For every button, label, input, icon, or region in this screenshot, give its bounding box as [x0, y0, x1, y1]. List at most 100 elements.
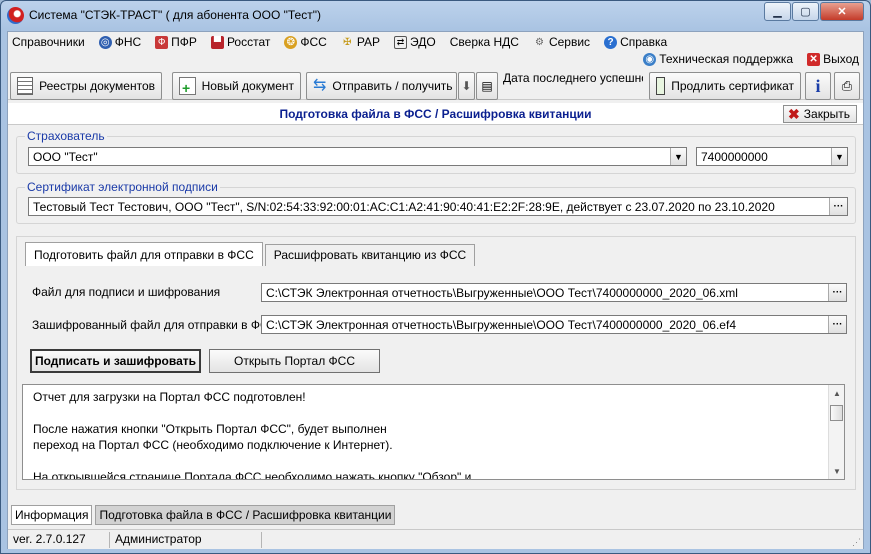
- insurer-name-select[interactable]: ООО "Тест" ▼: [28, 147, 687, 166]
- print-icon: ⎙: [841, 78, 853, 93]
- insurer-inn-select[interactable]: 7400000000 ▼: [696, 147, 848, 166]
- menu-item-vat-reconciliation[interactable]: Сверка НДС: [450, 35, 519, 49]
- menu-item-help[interactable]: ? Справка: [604, 35, 667, 49]
- menu-item-handbooks[interactable]: Справочники: [12, 35, 85, 49]
- exit-link[interactable]: ✕ Выход: [807, 52, 859, 66]
- registries-button[interactable]: Реестры документов: [10, 72, 162, 100]
- close-window-button[interactable]: ✕: [820, 2, 864, 21]
- info-line: После нажатия кнопки "Открыть Портал ФСС…: [33, 422, 393, 452]
- new-document-icon: +: [179, 77, 196, 95]
- file-sign-label: Файл для подписи и шифрования: [32, 285, 221, 299]
- minimize-button[interactable]: ▁: [764, 2, 791, 21]
- status-version: ver. 2.7.0.127: [10, 532, 110, 548]
- new-document-label: Новый документ: [201, 79, 294, 93]
- info-memo-text: Отчет для загрузки на Портал ФСС подгото…: [33, 389, 823, 479]
- scroll-thumb[interactable]: [830, 405, 843, 421]
- menu-label: Справка: [620, 35, 668, 49]
- open-fss-portal-button[interactable]: Открыть Портал ФСС: [209, 349, 380, 373]
- browse-certificate-button[interactable]: ···: [829, 198, 847, 215]
- send-dropdown-button[interactable]: ⬇: [458, 72, 475, 100]
- certificate-icon: [656, 77, 666, 95]
- registries-label: Реестры документов: [39, 79, 155, 93]
- file-encrypted-input[interactable]: C:\СТЭК Электронная отчетность\Выгруженн…: [261, 315, 847, 334]
- new-document-button[interactable]: + Новый документ: [172, 72, 301, 100]
- menu-label: Сверка НДС: [449, 35, 519, 49]
- window-tab-information[interactable]: Информация: [11, 505, 93, 525]
- menu-item-rar[interactable]: ✠ РАР: [341, 35, 380, 49]
- document-list-icon: [17, 77, 34, 95]
- send-receive-label: Отправить / получить: [332, 79, 453, 93]
- menu-item-pfr[interactable]: Ф ПФР: [155, 35, 197, 49]
- menu-item-service[interactable]: ⚙ Сервис: [533, 35, 590, 49]
- scroll-down-icon[interactable]: ▼: [829, 463, 844, 479]
- menu-item-fss[interactable]: ❂ ФСС: [284, 35, 327, 49]
- menu-bar: Справочники ◎ ФНС Ф ПФР ▀ Росстат ❂ ФСС ✠ РАР…: [8, 32, 863, 68]
- chevron-down-icon[interactable]: ▼: [831, 148, 847, 165]
- rar-icon: ✠: [343, 36, 352, 48]
- chevron-down-icon[interactable]: ▼: [670, 148, 686, 165]
- sign-and-encrypt-label: Подписать и зашифровать: [35, 354, 196, 368]
- form-header: Подготовка файла в ФСС / Расшифровка кви…: [8, 103, 863, 125]
- menu-label: ФСС: [300, 35, 327, 49]
- window-title: Система "СТЭК-ТРАСТ" ( для абонента ООО …: [29, 8, 321, 22]
- support-globe-icon: ◉: [643, 52, 657, 66]
- send-receive-button[interactable]: ⇆ Отправить / получить: [306, 72, 457, 100]
- print-button[interactable]: ⎙: [834, 72, 860, 100]
- menu-label: Росстат: [226, 35, 271, 49]
- menu-item-edo[interactable]: ⇄ ЭДО: [394, 35, 436, 49]
- insurer-name-value: ООО "Тест": [33, 150, 98, 164]
- menu-label: Справочники: [12, 35, 85, 49]
- file-encrypted-value: C:\СТЭК Электронная отчетность\Выгруженн…: [266, 318, 736, 332]
- window-tab-fss-preparation[interactable]: Подготовка файла в ФСС / Расшифровка кви…: [95, 505, 396, 525]
- exit-icon: ✕: [807, 52, 821, 66]
- toolbar: Реестры документов + Новый документ ⇆ От…: [8, 68, 863, 100]
- maximize-icon: ▢: [800, 6, 811, 18]
- tab-strip: Подготовить файл для отправки в ФСС Расш…: [25, 242, 477, 266]
- memo-scrollbar[interactable]: ▲ ▼: [828, 385, 844, 479]
- certificate-field[interactable]: Тестовый Тест Тестович, ООО "Тест", S/N:…: [28, 197, 848, 216]
- browse-file-encrypted-button[interactable]: ···: [828, 316, 846, 333]
- open-fss-portal-label: Открыть Портал ФСС: [234, 354, 355, 368]
- maximize-button[interactable]: ▢: [792, 2, 819, 21]
- minimize-icon: ▁: [773, 6, 782, 18]
- tech-support-link[interactable]: ◉ Техническая поддержка: [643, 52, 793, 66]
- file-encrypted-label: Зашифрованный файл для отправки в ФСС: [32, 318, 278, 332]
- send-receive-icon: ⇆: [313, 77, 327, 94]
- menu-item-fns[interactable]: ◎ ФНС: [98, 35, 141, 49]
- menu-item-rosstat[interactable]: ▀ Росстат: [210, 35, 271, 49]
- file-sign-input[interactable]: C:\СТЭК Электронная отчетность\Выгруженн…: [261, 283, 847, 302]
- file-sign-value: C:\СТЭК Электронная отчетность\Выгруженн…: [266, 286, 738, 300]
- insurer-group: Страхователь ООО "Тест" ▼ 7400000000 ▼: [16, 129, 856, 174]
- help-icon: ?: [604, 35, 618, 49]
- certificate-group: Сертификат электронной подписи Тестовый …: [16, 180, 856, 224]
- window-tabs: Информация Подготовка файла в ФСС / Расш…: [11, 505, 398, 525]
- fss-icon: ❂: [284, 35, 298, 49]
- session-log-button[interactable]: ▤: [476, 72, 498, 100]
- arrow-down-icon: ⬇: [461, 79, 472, 93]
- sign-and-encrypt-button[interactable]: Подписать и зашифровать: [30, 349, 201, 373]
- insurer-inn-value: 7400000000: [701, 150, 768, 164]
- log-icon: ▤: [481, 79, 493, 93]
- renew-certificate-label: Продлить сертификат: [671, 79, 794, 93]
- tab-prepare-file[interactable]: Подготовить файл для отправки в ФСС: [25, 242, 263, 266]
- close-icon: ✕: [837, 6, 847, 18]
- title-bar: Система "СТЭК-ТРАСТ" ( для абонента ООО …: [1, 1, 870, 31]
- gear-icon: ⚙: [534, 36, 544, 48]
- pfr-icon: Ф: [155, 35, 169, 49]
- tab-decrypt-receipt[interactable]: Расшифровать квитанцию из ФСС: [264, 244, 476, 266]
- rosstat-icon: ▀: [210, 35, 224, 49]
- certificate-group-label: Сертификат электронной подписи: [25, 180, 220, 194]
- info-icon: i: [815, 75, 821, 96]
- info-memo[interactable]: Отчет для загрузки на Портал ФСС подгото…: [22, 384, 845, 480]
- resize-grip-icon[interactable]: ⋰: [852, 537, 861, 548]
- renew-certificate-button[interactable]: Продлить сертификат: [649, 72, 801, 100]
- form-title: Подготовка файла в ФСС / Расшифровка кви…: [279, 107, 592, 121]
- browse-file-sign-button[interactable]: ···: [828, 284, 846, 301]
- insurer-group-label: Страхователь: [25, 129, 107, 143]
- edo-icon: ⇄: [394, 35, 408, 49]
- menu-label: ЭДО: [410, 35, 436, 49]
- close-form-button[interactable]: ✖ Закрыть: [783, 105, 857, 123]
- info-button[interactable]: i: [805, 72, 831, 100]
- scroll-up-icon[interactable]: ▲: [829, 385, 844, 401]
- support-label: Техническая поддержка: [659, 52, 794, 66]
